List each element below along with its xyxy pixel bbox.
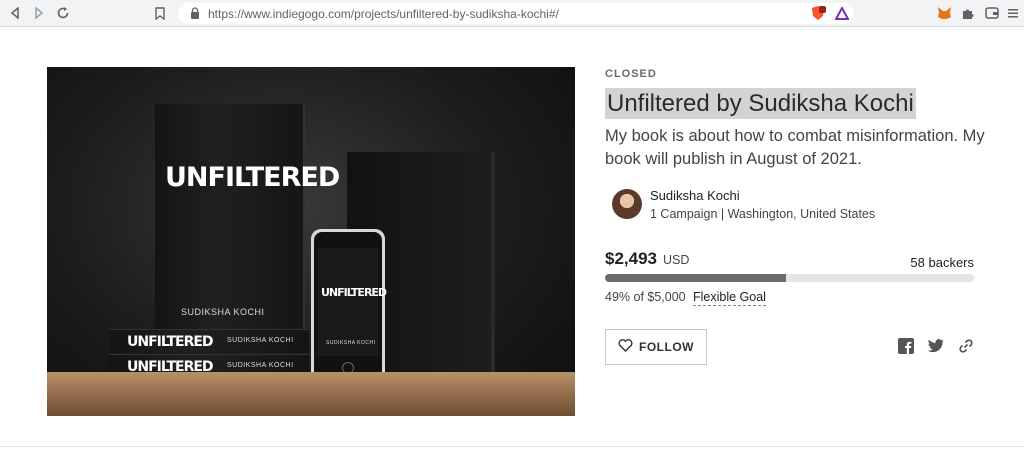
bookmark-icon[interactable] [147,0,173,26]
facebook-icon[interactable] [897,337,915,355]
campaign-status: CLOSED [605,68,657,80]
currency-label: USD [663,253,690,267]
amount-raised: $2,493 [605,249,657,268]
metamask-icon[interactable] [936,5,952,21]
book-cover-back: UNFILTERED SUDIKSHA KOCHI [155,104,340,334]
funding-percent: 49% of $5,000 [605,290,686,304]
campaign-page: UNFILTERED SUDIKSHA KOCHI UNFILTERED SUD… [0,28,1024,453]
wooden-table [47,372,575,416]
heart-icon [618,339,633,355]
follow-button[interactable]: FOLLOW [605,329,707,365]
phone-mockup: UNFILTERED SUDIKSHA KOCHI [311,229,387,382]
goal-type[interactable]: Flexible Goal [693,290,766,306]
address-bar[interactable]: https://www.indiegogo.com/projects/unfil… [178,3,854,24]
funding-progress-bar [605,274,974,282]
menu-icon[interactable] [1005,5,1021,21]
backers-count: 58 backers [910,255,974,270]
extensions-icon[interactable] [960,5,976,21]
back-icon[interactable] [2,0,28,26]
divider [0,446,1024,447]
brave-shield-icon[interactable] [810,5,826,21]
book-stack-top: UNFILTERED SUDIKSHA KOCHI [109,329,309,353]
owner-name[interactable]: Sudiksha Kochi [650,188,740,203]
reload-icon[interactable] [50,0,76,26]
forward-icon[interactable] [26,0,52,26]
follow-label: FOLLOW [639,340,694,354]
link-icon[interactable] [957,337,975,355]
funding-progress-fill [605,274,786,282]
wallet-icon[interactable] [984,5,1000,21]
lock-icon [190,7,200,19]
campaign-description: My book is about how to combat misinform… [605,127,985,168]
avatar[interactable] [612,189,642,219]
brave-rewards-icon[interactable] [834,5,850,21]
campaign-hero-image: UNFILTERED SUDIKSHA KOCHI UNFILTERED SUD… [47,67,575,416]
owner-meta: 1 Campaign | Washington, United States [650,207,876,221]
twitter-icon[interactable] [926,337,944,355]
url-text: https://www.indiegogo.com/projects/unfil… [208,6,559,21]
browser-toolbar: https://www.indiegogo.com/projects/unfil… [0,0,1024,27]
campaign-title: Unfiltered by Sudiksha Kochi [605,88,916,119]
